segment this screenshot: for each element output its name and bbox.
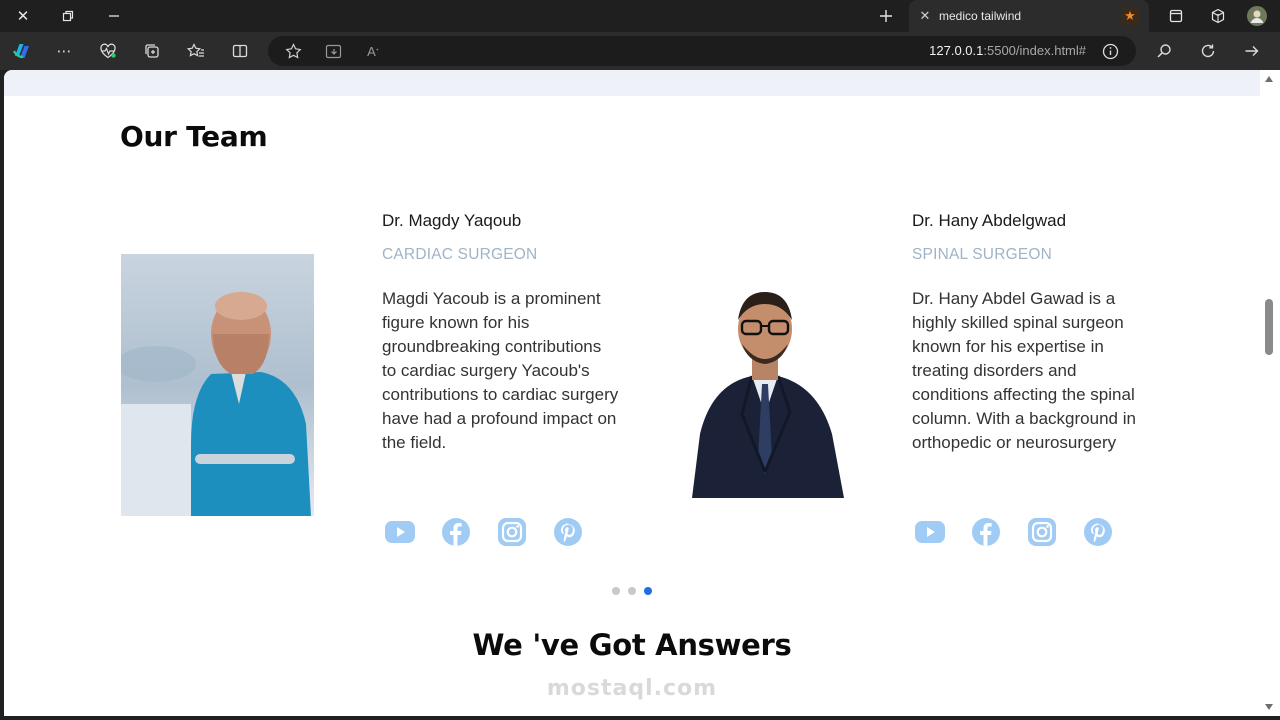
- facebook-icon[interactable]: [440, 516, 472, 548]
- url-path: :5500/index.html#: [983, 43, 1086, 58]
- forward-icon[interactable]: [1238, 38, 1266, 64]
- carousel-dot-2[interactable]: [628, 587, 636, 595]
- tab-actions-icon[interactable]: [1162, 4, 1190, 28]
- page-viewport: Our Team Dr. Magdy Yaqoub CARDIAC SURGEO…: [4, 70, 1260, 716]
- minimize-window-icon[interactable]: [100, 4, 128, 28]
- browser-titlebar: ✕ ✕ medico tailwind ★: [0, 0, 1280, 32]
- favorites-icon[interactable]: [182, 38, 210, 64]
- carousel-dot-3[interactable]: [644, 587, 652, 595]
- instagram-icon[interactable]: [1026, 516, 1058, 548]
- scroll-thumb[interactable]: [1265, 299, 1273, 355]
- member-bio-2: Dr. Hany Abdel Gawad is a highly skilled…: [912, 289, 1136, 452]
- carousel-pagination: [612, 587, 652, 595]
- health-icon[interactable]: [94, 38, 122, 64]
- collections-icon[interactable]: [138, 38, 166, 64]
- member-name-2: Dr. Hany Abdelgwad: [912, 211, 1067, 230]
- pinterest-icon[interactable]: [1082, 516, 1114, 548]
- close-window-icon[interactable]: ✕: [9, 4, 37, 28]
- url-host: 127.0.0.1: [929, 43, 984, 58]
- split-screen-icon[interactable]: [226, 38, 254, 64]
- member-name-1: Dr. Magdy Yaqoub: [382, 211, 522, 230]
- team-section-title: Our Team: [120, 120, 268, 153]
- facebook-icon[interactable]: [970, 516, 1002, 548]
- workspaces-icon[interactable]: [1204, 4, 1232, 28]
- member-bio-1: Magdi Yacoub is a prominent figure known…: [382, 289, 619, 452]
- app-available-icon[interactable]: [319, 38, 347, 64]
- tab-title: medico tailwind: [939, 9, 1022, 23]
- member-socials-1: [384, 516, 584, 548]
- scroll-down-arrow-icon[interactable]: [1265, 704, 1273, 710]
- previous-section-bottom: [4, 70, 1260, 96]
- url-text[interactable]: 127.0.0.1:5500/index.html#: [929, 43, 1086, 58]
- doctor-photo-magdy: [121, 254, 314, 516]
- member-role-2: SPINAL SURGEON: [912, 246, 1053, 263]
- faq-section-title: We 've Got Answers: [472, 628, 792, 662]
- member-role-1: CARDIAC SURGEON: [382, 246, 538, 263]
- active-tab[interactable]: ✕ medico tailwind ★: [909, 0, 1149, 32]
- restore-window-icon[interactable]: [54, 4, 82, 28]
- scroll-up-arrow-icon[interactable]: [1265, 76, 1273, 82]
- profile-avatar-icon[interactable]: [1243, 4, 1271, 28]
- watermark-text: mostaql.com: [546, 676, 718, 701]
- doctor-photo-hany: [682, 284, 846, 498]
- site-info-icon[interactable]: [1096, 38, 1124, 64]
- member-socials-2: [914, 516, 1114, 548]
- youtube-icon[interactable]: [914, 516, 946, 548]
- instagram-icon[interactable]: [496, 516, 528, 548]
- favorite-star-icon[interactable]: ★: [1121, 7, 1139, 25]
- search-icon[interactable]: [1150, 38, 1178, 64]
- copilot-icon[interactable]: [8, 38, 36, 64]
- read-aloud-icon[interactable]: Aᐩ: [359, 38, 387, 64]
- page-scrollbar[interactable]: [1260, 70, 1280, 716]
- more-options-icon[interactable]: ⋯: [50, 38, 78, 64]
- carousel-dot-1[interactable]: [612, 587, 620, 595]
- address-bar[interactable]: Aᐩ 127.0.0.1:5500/index.html#: [268, 36, 1136, 66]
- add-favorite-icon[interactable]: [279, 38, 307, 64]
- browser-toolbar: ⋯ Aᐩ 127.0.0.1:5500/index.html#: [0, 32, 1280, 70]
- youtube-icon[interactable]: [384, 516, 416, 548]
- refresh-icon[interactable]: [1194, 38, 1222, 64]
- pinterest-icon[interactable]: [552, 516, 584, 548]
- tab-close-icon[interactable]: ✕: [918, 9, 932, 24]
- new-tab-icon[interactable]: [872, 4, 900, 28]
